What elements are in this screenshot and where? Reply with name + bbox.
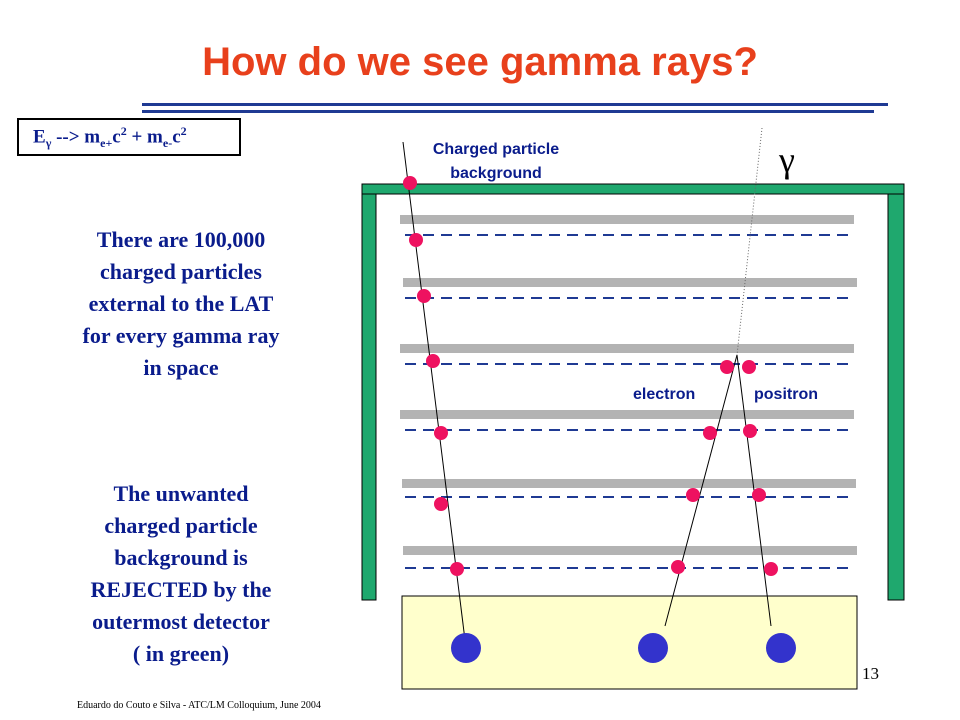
acd-left-wall: [361, 193, 377, 601]
charged-particle-label-line2: background: [450, 165, 542, 182]
positron-hit: [742, 360, 756, 374]
tracker-plane: [400, 215, 854, 224]
charged-particle-hit: [403, 176, 417, 190]
acd-top: [361, 183, 905, 195]
page-number: 13: [862, 664, 879, 683]
positron-hit: [743, 424, 757, 438]
charged-particle-hit: [434, 426, 448, 440]
tracker-plane: [402, 479, 856, 488]
calorimeter-hit: [638, 633, 668, 663]
positron-hit: [764, 562, 778, 576]
charged-particle-hit: [417, 289, 431, 303]
acd-right-wall: [887, 193, 905, 601]
positron-label: positron: [754, 386, 818, 403]
electron-hit: [703, 426, 717, 440]
tracker-plane: [400, 410, 854, 419]
charged-particle-label-line1: Charged particle: [433, 141, 559, 158]
detector-diagram: Charged particle background γ electron p…: [361, 127, 905, 690]
charged-particle-hit: [426, 354, 440, 368]
calorimeter-hit: [766, 633, 796, 663]
tracker-plane: [400, 344, 854, 353]
charged-particle-hit: [409, 233, 423, 247]
footer-credit: Eduardo do Couto e Silva - ATC/LM Colloq…: [77, 700, 321, 711]
electron-hit: [671, 560, 685, 574]
calorimeter-hit: [451, 633, 481, 663]
positron-hit: [752, 488, 766, 502]
electron-label: electron: [633, 386, 695, 403]
tracker-plane: [403, 546, 857, 555]
gamma-symbol: γ: [778, 140, 795, 180]
charged-particle-hit: [434, 497, 448, 511]
charged-particle-hit: [450, 562, 464, 576]
electron-hit: [686, 488, 700, 502]
tracker-plane: [403, 278, 857, 287]
electron-hit: [720, 360, 734, 374]
gamma-ray-track: [736, 127, 763, 356]
